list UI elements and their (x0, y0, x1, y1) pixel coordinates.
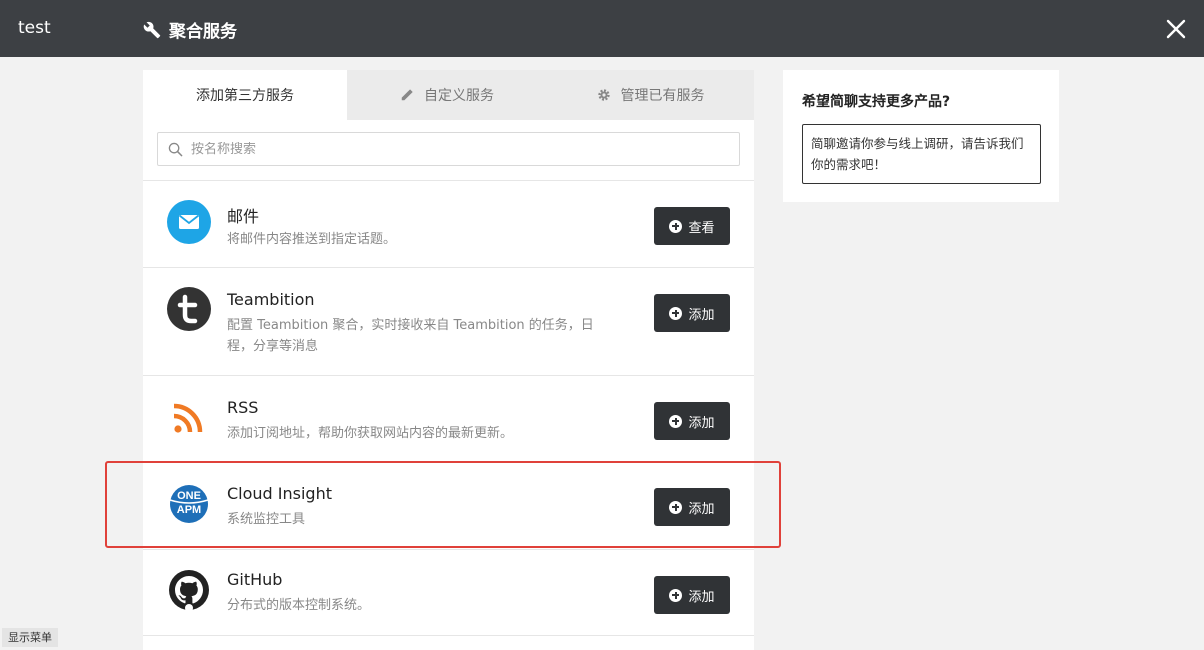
survey-invite-text: 简聊邀请你参与线上调研，请告诉我们你的需求吧！ (811, 136, 1024, 172)
close-icon[interactable] (1165, 18, 1187, 40)
show-menu-button[interactable]: 显示菜单 (2, 628, 58, 647)
dialog-title-group: 聚合服务 (143, 17, 237, 42)
service-row-rss: RSS 添加订阅地址，帮助你获取网站内容的最新更新。 添加 (143, 376, 754, 462)
wrench-icon (143, 21, 161, 38)
oneapm-logo-text-top: ONE (177, 490, 201, 502)
search-input[interactable] (191, 141, 711, 157)
services-panel: 添加第三方服务 自定义服务 管理已有服务 按名称搜索 邮件 将邮件内容推送到指定… (143, 70, 754, 650)
service-name: 邮件 (227, 207, 260, 226)
search-bar (143, 120, 754, 181)
pencil-icon (401, 89, 413, 101)
view-button[interactable]: 查看 (654, 207, 730, 245)
service-row-teambition: Teambition 配置 Teambition 聚合，实时接收来自 Teamb… (143, 268, 754, 376)
dialog-title: 聚合服务 (169, 22, 237, 42)
tab-bar: 添加第三方服务 自定义服务 管理已有服务 (143, 70, 754, 120)
service-name: Teambition (227, 290, 315, 309)
tab-custom-service[interactable]: 自定义服务 (347, 70, 547, 120)
tab-label: 管理已有服务 (620, 88, 705, 104)
service-row-github: GitHub 分布式的版本控制系统。 添加 (143, 550, 754, 636)
add-button[interactable]: 添加 (654, 576, 730, 614)
mail-icon (167, 200, 211, 244)
service-desc: 系统监控工具 (227, 512, 306, 527)
plus-circle-icon (669, 219, 683, 233)
service-desc: 添加订阅地址，帮助你获取网站内容的最新更新。 (227, 426, 514, 441)
service-name: GitHub (227, 570, 283, 589)
service-desc: 将邮件内容推送到指定话题。 (227, 232, 397, 247)
button-label: 添加 (688, 307, 715, 323)
add-button[interactable]: 添加 (654, 488, 730, 526)
service-row-mail: 邮件 将邮件内容推送到指定话题。 查看 (143, 181, 754, 268)
oneapm-icon: ONE APM (169, 485, 209, 523)
feedback-card: 希望简聊支持更多产品? 简聊邀请你参与线上调研，请告诉我们你的需求吧！ (783, 70, 1059, 202)
oneapm-logo-text-bottom: APM (177, 504, 201, 516)
service-name: RSS (227, 398, 259, 417)
plus-circle-icon (669, 306, 683, 320)
search-icon (168, 142, 183, 156)
rss-icon (173, 403, 203, 433)
github-icon (169, 570, 209, 612)
service-name: Cloud Insight (227, 484, 332, 503)
service-desc: 分布式的版本控制系统。 (227, 598, 371, 613)
top-bar: test 聚合服务 (0, 0, 1204, 57)
tab-add-third-party[interactable]: 添加第三方服务 (143, 70, 347, 120)
survey-invite-box[interactable]: 简聊邀请你参与线上调研，请告诉我们你的需求吧！ (802, 124, 1041, 184)
button-label: 添加 (688, 589, 715, 605)
search-box (157, 132, 740, 166)
service-desc: 配置 Teambition 聚合，实时接收来自 Teambition 的任务，日… (227, 318, 594, 354)
feedback-question: 希望简聊支持更多产品? (802, 94, 951, 110)
tab-manage-services[interactable]: 管理已有服务 (547, 70, 754, 120)
plus-circle-icon (669, 414, 683, 428)
workspace-name[interactable]: test (18, 18, 51, 38)
gear-icon (597, 89, 610, 101)
button-label: 添加 (688, 415, 715, 431)
button-label: 添加 (688, 501, 715, 517)
plus-circle-icon (669, 588, 683, 602)
add-button[interactable]: 添加 (654, 402, 730, 440)
add-button[interactable]: 添加 (654, 294, 730, 332)
plus-circle-icon (669, 500, 683, 514)
teambition-icon (167, 287, 211, 331)
service-row-cloud-insight: ONE APM Cloud Insight 系统监控工具 添加 (143, 462, 754, 550)
tab-label: 自定义服务 (424, 88, 494, 104)
button-label: 查看 (688, 220, 715, 236)
tab-label: 添加第三方服务 (196, 88, 294, 104)
